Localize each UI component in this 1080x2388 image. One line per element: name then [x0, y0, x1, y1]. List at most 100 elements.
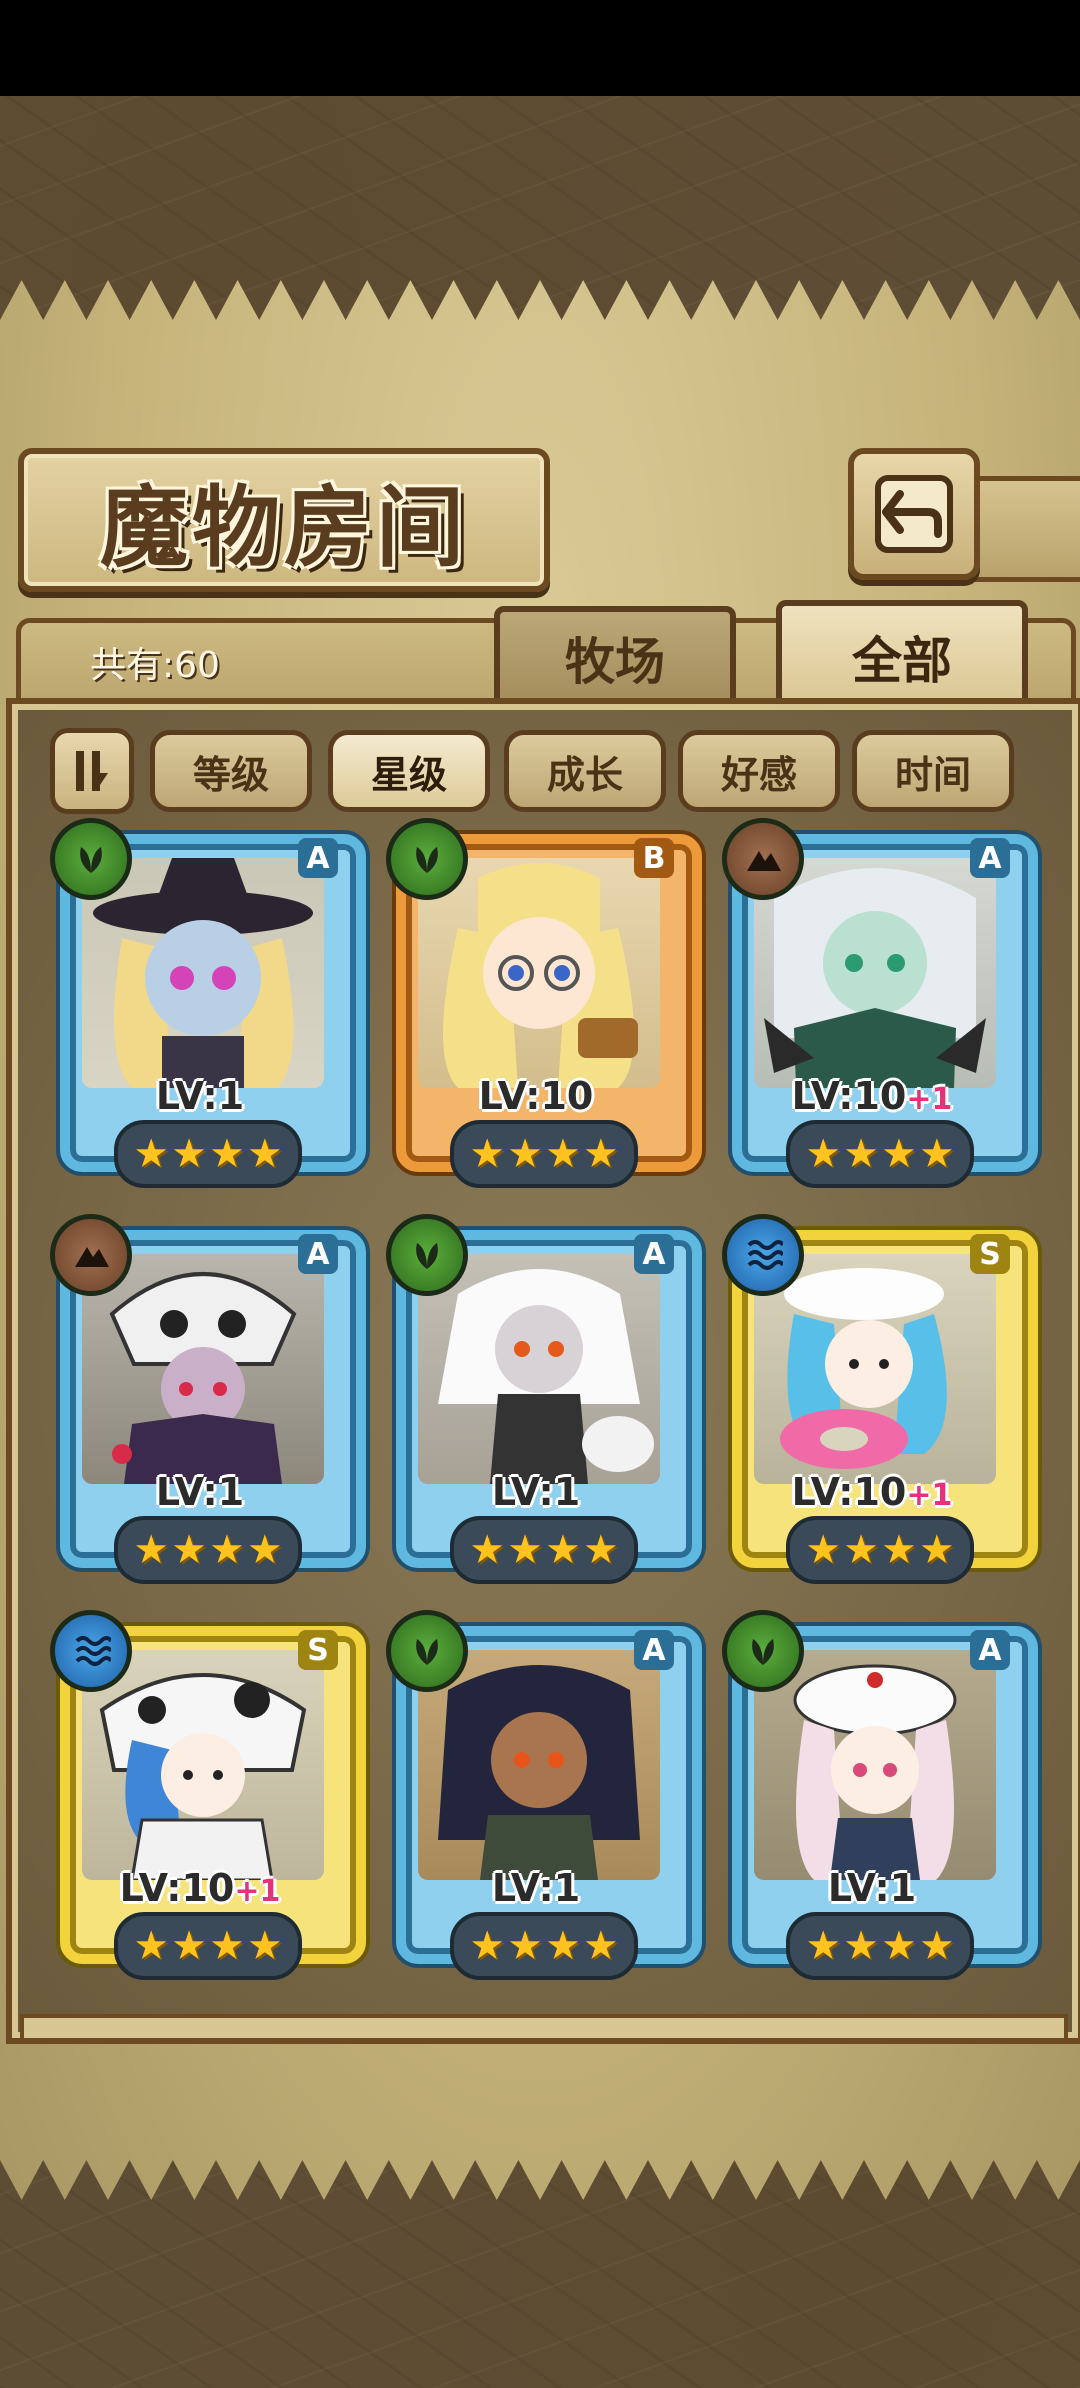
level-label: LV:10+1 [716, 1074, 1028, 1118]
water-icon [722, 1214, 804, 1296]
level-value: LV:1 [491, 1866, 581, 1910]
star-icon: ★ [246, 1131, 283, 1177]
back-button[interactable] [848, 448, 980, 580]
level-label: LV:1 [716, 1866, 1028, 1910]
star-icon: ★ [881, 1527, 917, 1573]
level-label: LV:10+1 [716, 1470, 1028, 1514]
star-icon: ★ [507, 1131, 543, 1177]
monster-card[interactable]: A LV:1 ★ ★ ★ ★ [44, 816, 366, 1196]
sort-label: 时间 [894, 751, 971, 797]
star-rating: ★ ★ ★ ★ [786, 1516, 974, 1584]
status-bar [0, 0, 1080, 96]
rank-badge: A [298, 1234, 338, 1274]
star-icon: ★ [918, 1923, 955, 1969]
nature-icon [386, 1610, 468, 1692]
monster-portrait [418, 1650, 660, 1880]
star-icon: ★ [171, 1527, 207, 1573]
star-icon: ★ [545, 1923, 581, 1969]
earth-icon [722, 818, 804, 900]
star-icon: ★ [469, 1527, 506, 1573]
tab-label: 全部 [852, 631, 952, 690]
star-icon: ★ [133, 1923, 170, 1969]
rank-badge: S [970, 1234, 1010, 1274]
sort-order-toggle[interactable] [50, 728, 134, 814]
sort-star-button[interactable]: 星级 [328, 730, 490, 812]
star-icon: ★ [805, 1923, 842, 1969]
star-icon: ★ [843, 1131, 879, 1177]
monster-card[interactable]: S LV:10+1 ★ ★ ★ ★ [716, 1212, 1038, 1592]
star-icon: ★ [843, 1923, 879, 1969]
water-icon [50, 1610, 132, 1692]
monster-card[interactable]: A LV:1 ★ ★ ★ ★ [716, 1608, 1038, 1988]
sort-growth-button[interactable]: 成长 [504, 730, 666, 812]
sort-label: 成长 [546, 751, 623, 797]
star-icon: ★ [507, 1527, 543, 1573]
star-icon: ★ [209, 1923, 245, 1969]
star-rating: ★ ★ ★ ★ [786, 1912, 974, 1980]
star-icon: ★ [582, 1527, 619, 1573]
monster-portrait [754, 1650, 996, 1880]
star-icon: ★ [209, 1527, 245, 1573]
star-icon: ★ [582, 1923, 619, 1969]
monster-portrait [418, 1254, 660, 1484]
monster-portrait [82, 1650, 324, 1880]
sort-affection-button[interactable]: 好感 [678, 730, 840, 812]
star-icon: ★ [918, 1527, 955, 1573]
star-icon: ★ [582, 1131, 619, 1177]
page-title: 魔物房间 [99, 474, 468, 579]
star-icon: ★ [171, 1923, 207, 1969]
rank-badge: A [970, 1630, 1010, 1670]
rank-badge: A [298, 838, 338, 878]
level-value: LV:10 [478, 1074, 594, 1118]
tab-ranch[interactable]: 牧场 [494, 606, 736, 710]
rank-badge: A [634, 1630, 674, 1670]
star-icon: ★ [843, 1527, 879, 1573]
monster-portrait [754, 1254, 996, 1484]
star-rating: ★ ★ ★ ★ [786, 1120, 974, 1188]
nature-icon [386, 818, 468, 900]
rank-badge: A [634, 1234, 674, 1274]
monster-card[interactable]: A LV:1 ★ ★ ★ ★ [380, 1608, 702, 1988]
tab-all[interactable]: 全部 [776, 600, 1028, 714]
panel-bottom-rail [20, 2014, 1068, 2042]
monster-card[interactable]: A LV:10+1 ★ ★ ★ ★ [716, 816, 1038, 1196]
monster-portrait [82, 1254, 324, 1484]
monster-card[interactable]: S LV:10+1 ★ ★ ★ ★ [44, 1608, 366, 1988]
sort-level-button[interactable]: 等级 [150, 730, 312, 812]
level-plus: +1 [906, 1478, 953, 1513]
level-value: LV:10 [791, 1074, 907, 1118]
sort-time-button[interactable]: 时间 [852, 730, 1014, 812]
star-icon: ★ [469, 1923, 506, 1969]
level-plus: +1 [906, 1082, 953, 1117]
star-icon: ★ [805, 1131, 842, 1177]
back-icon [875, 475, 953, 553]
star-icon: ★ [469, 1131, 506, 1177]
level-label: LV:1 [44, 1470, 356, 1514]
sort-label: 好感 [720, 751, 797, 797]
monster-portrait [82, 858, 324, 1088]
nature-icon [722, 1610, 804, 1692]
title-plate: 魔物房间 [18, 448, 550, 592]
star-icon: ★ [805, 1527, 842, 1573]
sort-label: 等级 [192, 751, 269, 797]
monster-count: 共有:60 [90, 645, 220, 686]
nature-icon [386, 1214, 468, 1296]
star-rating: ★ ★ ★ ★ [450, 1912, 638, 1980]
level-label: LV:1 [380, 1470, 692, 1514]
monster-card[interactable]: B LV:10 ★ ★ ★ ★ [380, 816, 702, 1196]
monster-card[interactable]: A LV:1 ★ ★ ★ ★ [380, 1212, 702, 1592]
star-icon: ★ [881, 1131, 917, 1177]
level-value: LV:1 [827, 1866, 917, 1910]
star-icon: ★ [918, 1131, 955, 1177]
star-icon: ★ [545, 1527, 581, 1573]
star-icon: ★ [545, 1131, 581, 1177]
level-label: LV:10+1 [44, 1866, 356, 1910]
tab-label: 牧场 [565, 632, 665, 691]
star-icon: ★ [507, 1923, 543, 1969]
star-icon: ★ [246, 1923, 283, 1969]
star-icon: ★ [881, 1923, 917, 1969]
level-label: LV:1 [44, 1074, 356, 1118]
star-rating: ★ ★ ★ ★ [114, 1120, 302, 1188]
rank-badge: B [634, 838, 674, 878]
monster-card[interactable]: A LV:1 ★ ★ ★ ★ [44, 1212, 366, 1592]
